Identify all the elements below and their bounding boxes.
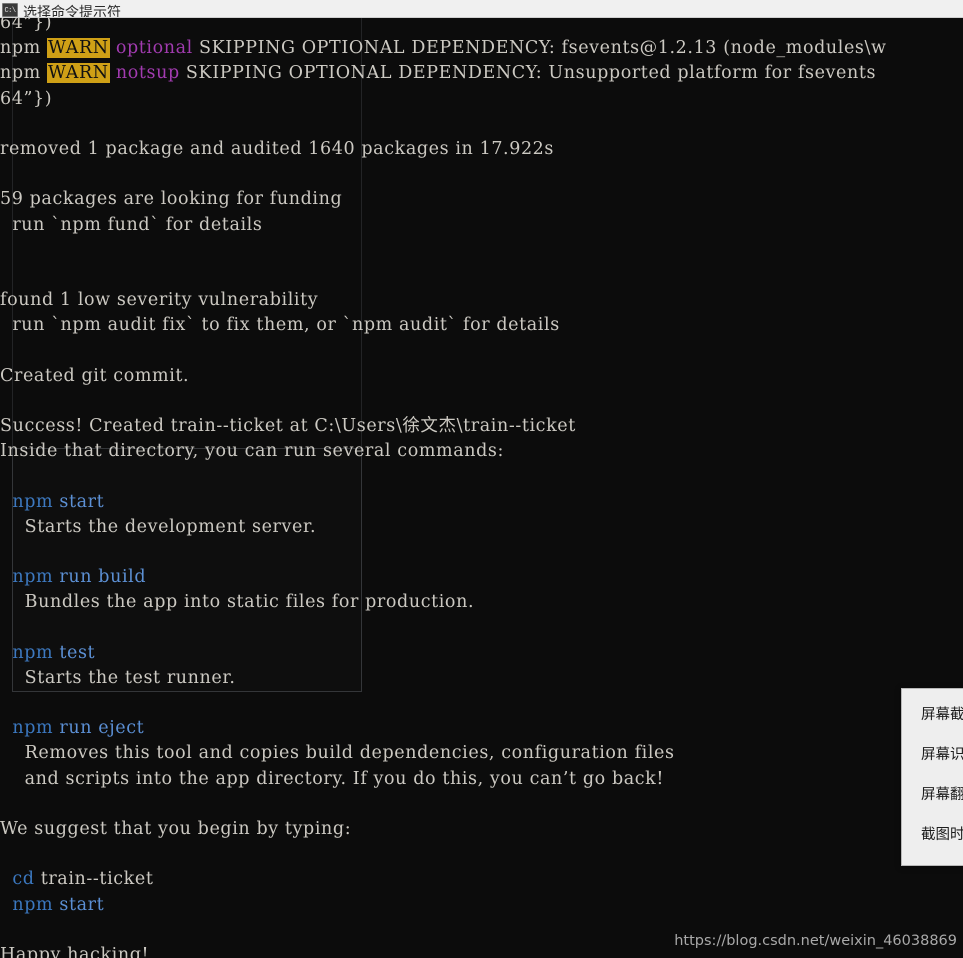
console-line: removed 1 package and audited 1640 packa… bbox=[0, 137, 963, 162]
console-text-run: Created git commit. bbox=[0, 365, 190, 386]
console-line: npm start bbox=[0, 490, 963, 515]
console-text-run: start bbox=[59, 894, 105, 915]
warn-badge: WARN bbox=[47, 38, 110, 59]
console-text-run: and scripts into the app directory. If y… bbox=[0, 768, 665, 789]
context-menu-item-1[interactable]: 屏幕识图 bbox=[902, 735, 963, 775]
console-line: We suggest that you begin by typing: bbox=[0, 817, 963, 842]
console-text-run: Starts the development server. bbox=[0, 516, 317, 537]
console-text-run: Bundles the app into static files for pr… bbox=[0, 592, 475, 613]
console-text-run bbox=[0, 869, 12, 889]
console-text-run: 59 packages are looking for funding bbox=[0, 189, 343, 210]
console-text-run: SKIPPING OPTIONAL DEPENDENCY: fsevents@1… bbox=[192, 38, 887, 59]
console-line: Starts the development server. bbox=[0, 515, 963, 540]
console-text: 64”}) npm WARN optional SKIPPING OPTIONAL… bbox=[0, 18, 963, 958]
console-text-run: optional bbox=[115, 38, 193, 59]
console-text-run: Starts the test runner. bbox=[0, 667, 236, 688]
console-text-run: build bbox=[98, 567, 147, 588]
context-menu-item-2[interactable]: 屏幕翻译 bbox=[902, 775, 963, 815]
console-line: Created git commit. bbox=[0, 364, 963, 389]
console-line: run `npm fund` for details bbox=[0, 213, 963, 238]
console-text-run: npm bbox=[12, 718, 54, 739]
console-text-run: We suggest that you begin by typing: bbox=[0, 819, 352, 839]
command-prompt-icon: C:\ bbox=[2, 2, 18, 17]
console-text-run: npm bbox=[0, 38, 48, 59]
console-line: Success! Created train--ticket at C:\Use… bbox=[0, 414, 963, 439]
window-title: 选择命令提示符 bbox=[23, 4, 121, 18]
console-line: npm start bbox=[0, 893, 963, 918]
screenshot-context-menu[interactable]: 屏幕截图屏幕识图屏幕翻译截图时隐藏当前窗口 bbox=[901, 688, 963, 866]
console-line: 64”}) bbox=[0, 87, 963, 112]
console-line: npm run eject bbox=[0, 716, 963, 741]
console-line: found 1 low severity vulnerability bbox=[0, 288, 963, 313]
console-text-run: run bbox=[59, 567, 93, 588]
command-prompt-window: C:\ 选择命令提示符 64”}) npm WARN optional SKIPP… bbox=[0, 0, 963, 958]
watermark-url: https://blog.csdn.net/weixin_46038869 bbox=[674, 933, 957, 949]
console-text-run: start bbox=[59, 491, 105, 512]
window-titlebar[interactable]: C:\ 选择命令提示符 bbox=[0, 0, 963, 18]
console-text-run: Inside that directory, you can run sever… bbox=[0, 441, 504, 462]
console-text-run: train--ticket bbox=[34, 869, 154, 890]
console-line: 59 packages are looking for funding bbox=[0, 187, 963, 212]
console-text-run: run `npm audit fix` to fix them, or `npm… bbox=[0, 315, 560, 336]
console-text-run: 64”}) bbox=[0, 18, 53, 33]
console-text-run: Success! Created train--ticket at C:\Use… bbox=[0, 416, 576, 436]
console-text-run: test bbox=[59, 642, 96, 663]
console-line: Removes this tool and copies build depen… bbox=[0, 741, 963, 766]
console-output-area[interactable]: 64”}) npm WARN optional SKIPPING OPTIONAL… bbox=[0, 18, 963, 958]
console-text-run: cd bbox=[12, 869, 35, 890]
context-menu-item-0[interactable]: 屏幕截图 bbox=[902, 695, 963, 735]
console-text-run: npm bbox=[12, 491, 54, 512]
console-text-run: npm bbox=[12, 567, 54, 588]
console-text-run: npm bbox=[12, 894, 54, 915]
console-text-run bbox=[0, 643, 12, 663]
console-text-run bbox=[0, 492, 12, 512]
console-line: cd train--ticket bbox=[0, 867, 963, 892]
console-text-run: SKIPPING OPTIONAL DEPENDENCY: Unsupporte… bbox=[179, 63, 877, 84]
console-line: npm WARN optional SKIPPING OPTIONAL DEPE… bbox=[0, 36, 963, 61]
console-line: npm WARN notsup SKIPPING OPTIONAL DEPEND… bbox=[0, 61, 963, 86]
console-text-run: removed 1 package and audited 1640 packa… bbox=[0, 138, 554, 159]
console-text-run: Removes this tool and copies build depen… bbox=[0, 743, 675, 764]
console-line: Bundles the app into static files for pr… bbox=[0, 590, 963, 615]
console-text-run bbox=[0, 567, 12, 587]
console-line: npm run build bbox=[0, 565, 963, 590]
console-line: 64”}) bbox=[0, 18, 963, 36]
console-text-run bbox=[0, 895, 12, 915]
console-text-run: notsup bbox=[115, 63, 180, 84]
console-line: Inside that directory, you can run sever… bbox=[0, 439, 963, 464]
warn-badge: WARN bbox=[47, 63, 110, 84]
console-text-run bbox=[0, 718, 12, 738]
context-menu-item-3[interactable]: 截图时隐藏当前窗口 bbox=[902, 815, 963, 855]
console-text-run: npm bbox=[12, 642, 54, 663]
console-text-run: Happy hacking! bbox=[0, 944, 150, 958]
console-text-run: run `npm fund` for details bbox=[0, 214, 263, 235]
console-text-run: found 1 low severity vulnerability bbox=[0, 290, 319, 311]
console-line: npm test bbox=[0, 641, 963, 666]
console-text-run: eject bbox=[98, 718, 145, 739]
console-line: and scripts into the app directory. If y… bbox=[0, 767, 963, 792]
console-text-run: run bbox=[59, 718, 93, 739]
console-text-run: npm bbox=[0, 63, 48, 84]
console-line: run `npm audit fix` to fix them, or `npm… bbox=[0, 313, 963, 338]
console-line: Starts the test runner. bbox=[0, 666, 963, 691]
console-text-run: 64”}) bbox=[0, 88, 53, 109]
